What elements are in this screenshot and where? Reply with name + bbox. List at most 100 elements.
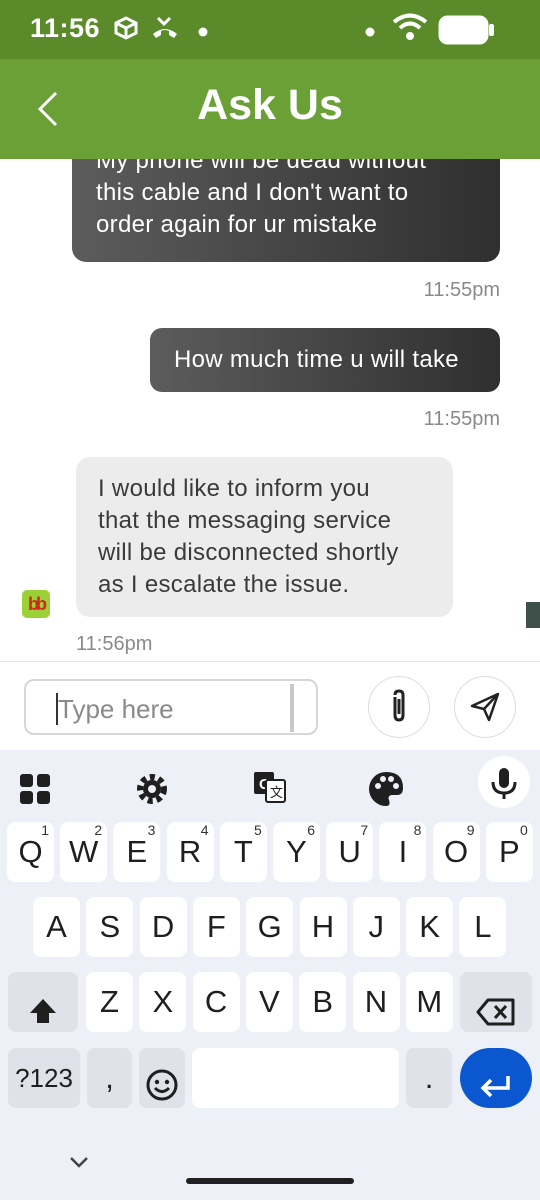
key-a[interactable]: A: [33, 897, 80, 957]
backspace-icon: [476, 987, 516, 1047]
key-m[interactable]: M: [405, 972, 453, 1032]
key-s[interactable]: S: [86, 897, 134, 957]
shift-key[interactable]: [8, 972, 78, 1032]
hide-keyboard-chevron-icon[interactable]: [64, 1150, 94, 1174]
key-b[interactable]: B: [299, 972, 347, 1032]
key-i[interactable]: I8: [379, 822, 427, 882]
microphone-icon[interactable]: [478, 756, 530, 808]
emoji-key[interactable]: [139, 1048, 185, 1108]
key-r[interactable]: R4: [166, 822, 214, 882]
key-z[interactable]: Z: [86, 972, 133, 1032]
avatar-logo-text: bb: [28, 594, 47, 614]
message-line: as I escalate the issue.: [98, 571, 350, 598]
key-k[interactable]: K: [406, 897, 454, 957]
message-input-container[interactable]: [24, 679, 318, 735]
comma-key[interactable]: ,: [87, 1048, 132, 1108]
key-number-hint: 3: [147, 822, 156, 838]
palette-icon[interactable]: [361, 758, 411, 808]
key-number-hint: 7: [360, 822, 369, 838]
keyboard: G文 Q1W2E3R4T5Y6U7I8O9P0 ASDFGHJKL ZXCVBN…: [0, 750, 540, 1200]
enter-key[interactable]: [460, 1048, 532, 1108]
key-d[interactable]: D: [139, 897, 187, 957]
send-button[interactable]: [454, 676, 516, 738]
key-u[interactable]: U7: [326, 822, 374, 882]
battery-icon: [438, 15, 496, 50]
outgoing-message-bubble: My phone will be dead without this cable…: [72, 159, 500, 262]
page-title: Ask Us: [197, 81, 343, 129]
key-number-hint: 4: [200, 822, 209, 838]
key-y[interactable]: Y6: [273, 822, 320, 882]
chat-thread[interactable]: My phone will be dead without this cable…: [0, 159, 540, 661]
key-label: P: [498, 834, 520, 869]
key-label: Y: [286, 834, 307, 869]
missed-call-icon: [150, 14, 180, 47]
message-line: this cable and I don't want to: [96, 179, 409, 206]
settings-gear-icon[interactable]: [127, 758, 177, 808]
key-j[interactable]: J: [352, 897, 400, 957]
apps-grid-icon[interactable]: [12, 758, 62, 808]
status-time: 11:56: [30, 13, 101, 43]
key-x[interactable]: X: [139, 972, 187, 1032]
period-key[interactable]: .: [406, 1048, 452, 1108]
key-v[interactable]: V: [245, 972, 293, 1032]
key-number-hint: 5: [254, 822, 262, 838]
notification-dot-icon: [198, 24, 208, 42]
send-arrow-icon: [469, 691, 501, 728]
incoming-message-bubble: I would like to inform you that the mess…: [76, 457, 453, 617]
cube-notification-icon: [112, 14, 140, 47]
message-timestamp: 11:55pm: [423, 279, 500, 301]
key-h[interactable]: H: [299, 897, 347, 957]
message-line: order again for ur mistake: [96, 211, 378, 238]
svg-text:文: 文: [270, 785, 283, 800]
key-number-hint: 8: [413, 822, 422, 838]
emoji-smiley-icon: [145, 1062, 179, 1122]
key-label: U: [338, 834, 361, 869]
key-n[interactable]: N: [352, 972, 400, 1032]
key-label: O: [444, 834, 469, 869]
agent-avatar: bb: [22, 590, 50, 618]
home-indicator[interactable]: [186, 1178, 354, 1184]
symbols-key[interactable]: ?123: [8, 1048, 80, 1108]
key-label: Q: [18, 834, 43, 869]
message-timestamp: 11:55pm: [423, 408, 500, 430]
shift-arrow-icon: [28, 986, 58, 1046]
key-f[interactable]: F: [192, 897, 240, 957]
message-line: How much time u will take: [174, 346, 459, 373]
key-number-hint: 6: [307, 822, 315, 838]
message-timestamp: 11:56pm: [76, 633, 153, 655]
key-p[interactable]: P0: [485, 822, 533, 882]
message-composer: [0, 661, 540, 751]
text-cursor: [56, 693, 58, 725]
space-key[interactable]: [192, 1048, 399, 1108]
key-g[interactable]: G: [246, 897, 294, 957]
key-l[interactable]: L: [459, 897, 507, 957]
message-input[interactable]: [56, 691, 290, 727]
key-label: T: [233, 834, 253, 869]
input-scrollbar: [290, 684, 294, 732]
key-number-hint: 0: [520, 822, 528, 838]
key-number-hint: 1: [41, 822, 49, 838]
key-t[interactable]: T5: [219, 822, 267, 882]
translate-icon[interactable]: G文: [245, 758, 295, 808]
key-q[interactable]: Q1: [7, 822, 54, 882]
scroll-indicator[interactable]: [526, 602, 540, 628]
message-line: I would like to inform you: [98, 475, 370, 502]
wifi-icon: [392, 12, 428, 47]
backspace-key[interactable]: [460, 972, 532, 1032]
key-w[interactable]: W2: [60, 822, 108, 882]
enter-arrow-icon: [478, 1062, 514, 1122]
message-line: that the messaging service: [98, 507, 392, 534]
key-o[interactable]: O9: [432, 822, 480, 882]
key-c[interactable]: C: [192, 972, 240, 1032]
status-bar: 11:56: [0, 0, 540, 59]
message-line: My phone will be dead without: [96, 159, 427, 174]
outgoing-message-bubble: How much time u will take: [150, 328, 500, 392]
attach-button[interactable]: [368, 676, 430, 738]
paperclip-icon: [385, 689, 413, 730]
key-label: R: [178, 834, 202, 869]
signal-dot-icon: [365, 24, 375, 42]
key-number-hint: 9: [466, 822, 475, 838]
key-label: E: [126, 834, 148, 869]
key-number-hint: 2: [94, 822, 103, 838]
key-e[interactable]: E3: [113, 822, 161, 882]
